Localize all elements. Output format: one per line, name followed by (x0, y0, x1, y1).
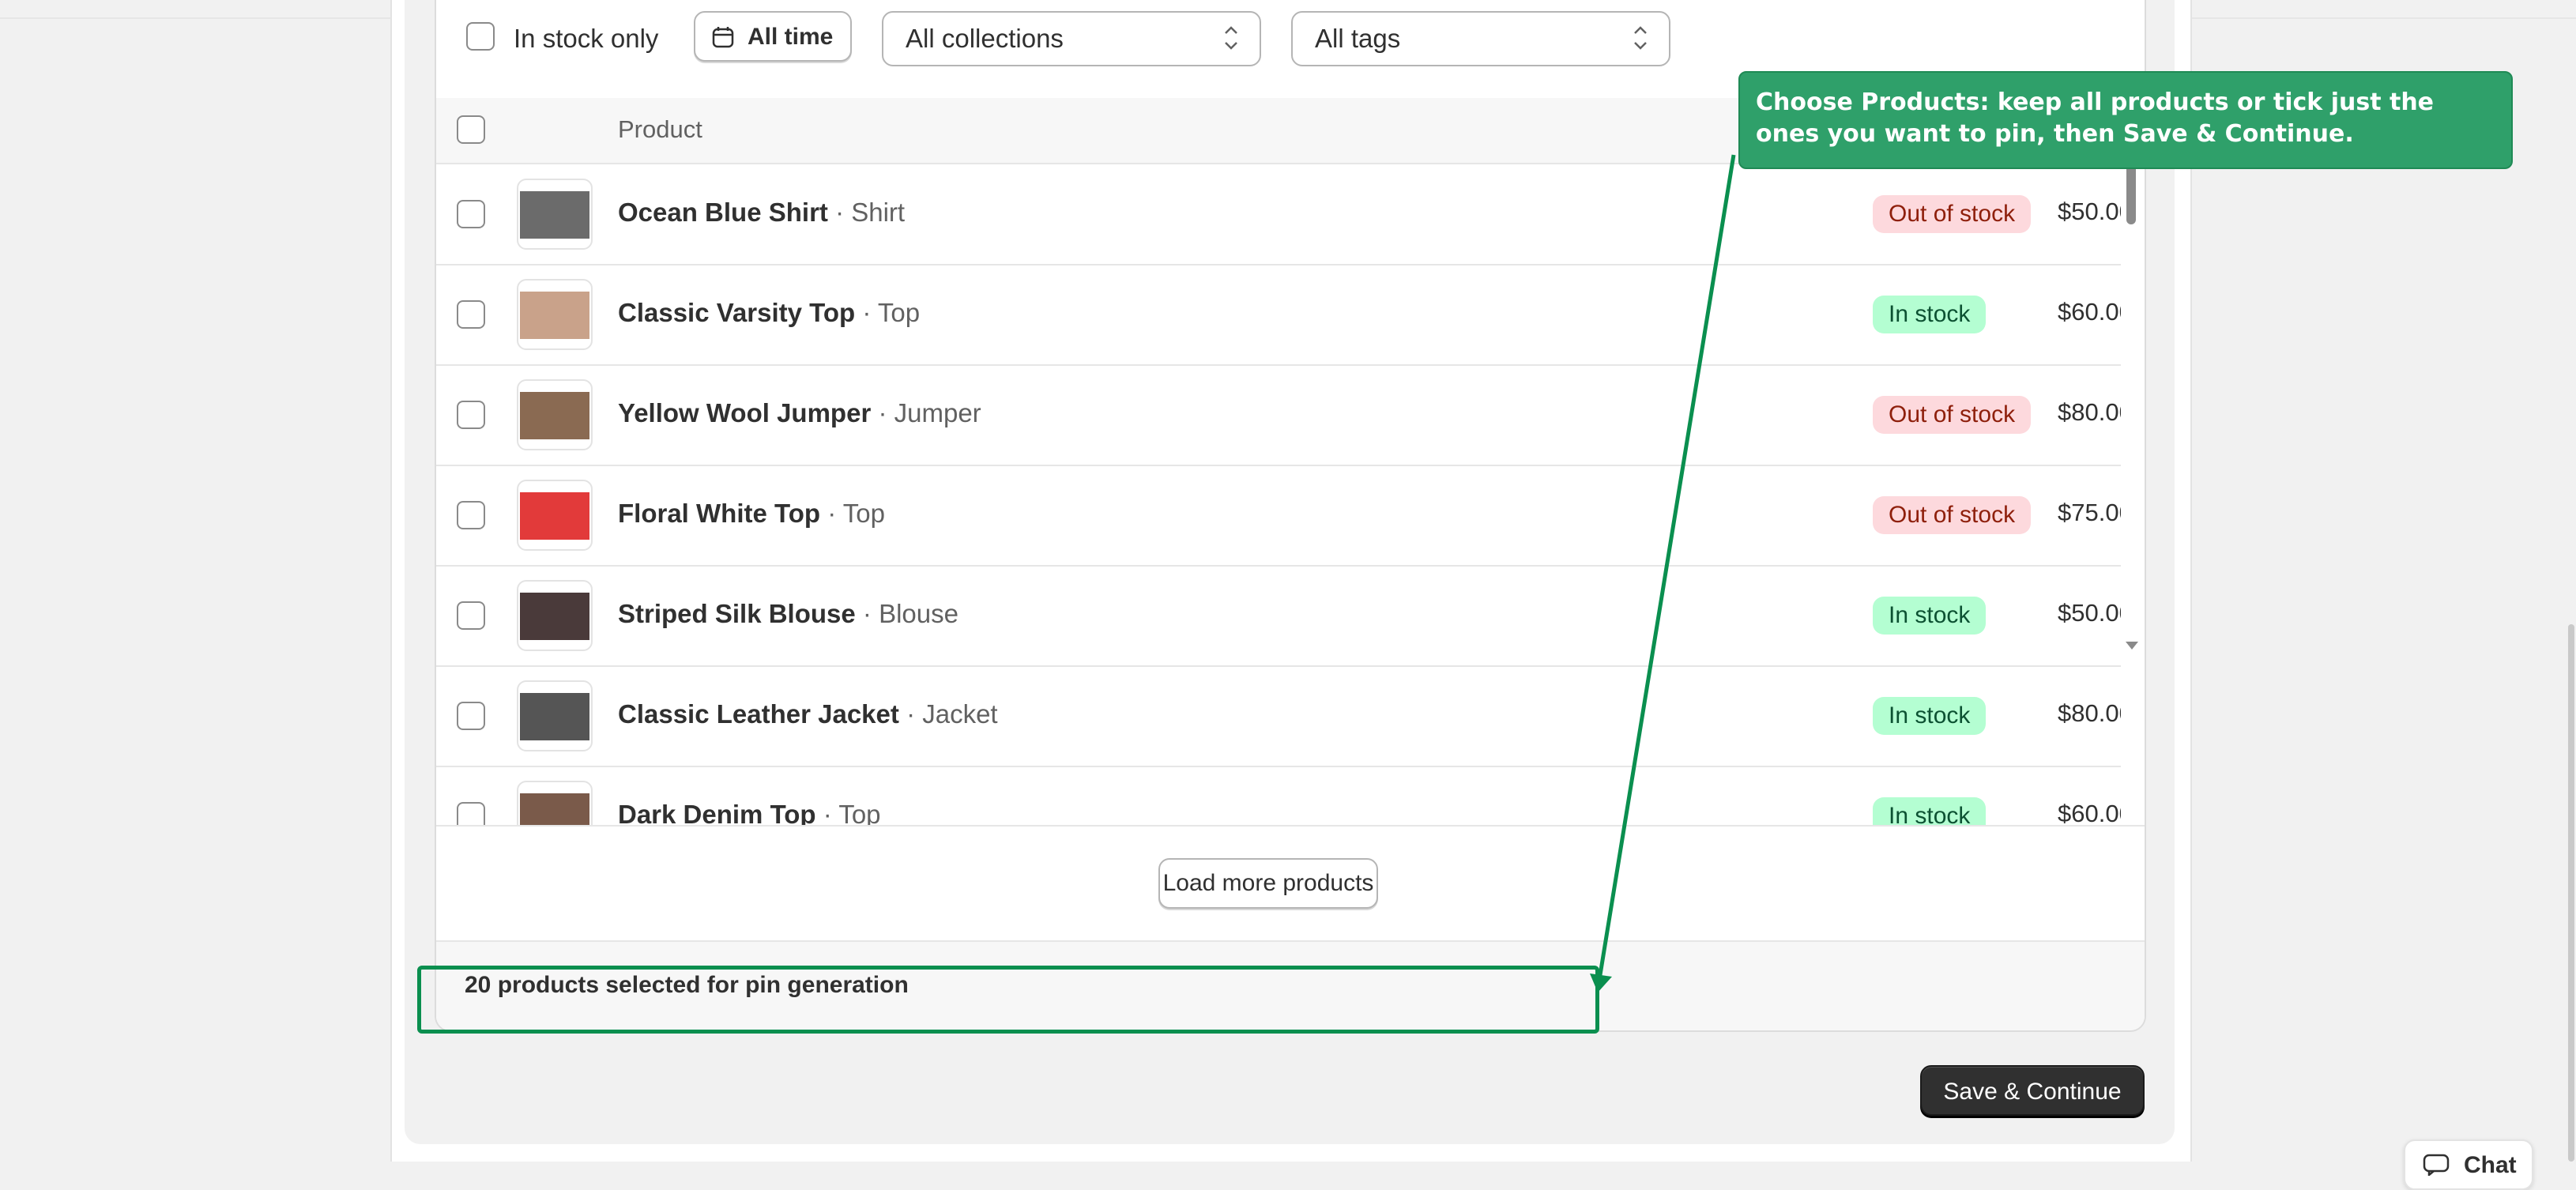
price-cell: $50.00 (2058, 164, 2121, 264)
product-thumbnail (517, 179, 593, 250)
product-image (520, 191, 589, 239)
product-type: · Jacket (906, 699, 998, 729)
row-checkbox[interactable] (457, 802, 485, 825)
tutorial-callout: Choose Products: keep all products or ti… (1738, 71, 2513, 169)
product-name: Floral White Top · Top (618, 499, 885, 529)
product-title: Classic Varsity Top (618, 298, 856, 327)
product-column-header: Product (618, 115, 702, 143)
load-more-button[interactable]: Load more products (1158, 858, 1378, 909)
product-title: Floral White Top (618, 499, 821, 528)
product-price: $60.00 (2058, 298, 2121, 326)
table-row[interactable]: Floral White Top · Top Out of stock $75.00 (436, 465, 2121, 567)
select-chevrons-icon (1225, 26, 1237, 50)
collections-select-value: All collections (906, 24, 1064, 53)
stock-status-badge: Out of stock (1873, 496, 2032, 534)
product-title: Ocean Blue Shirt (618, 198, 828, 227)
scroll-down-arrow-icon[interactable] (2126, 642, 2138, 650)
product-price: $80.00 (2058, 398, 2121, 426)
product-type: · Top (862, 298, 921, 327)
product-thumbnail (517, 379, 593, 450)
save-continue-button[interactable]: Save & Continue (1920, 1065, 2145, 1116)
row-checkbox[interactable] (457, 601, 485, 630)
product-thumbnail (517, 480, 593, 551)
table-row[interactable]: Striped Silk Blouse · Blouse In stock $50.… (436, 566, 2121, 667)
load-more-area: Load more products (436, 825, 2145, 942)
table-row[interactable]: Yellow Wool Jumper · Jumper Out of stock $… (436, 365, 2121, 466)
price-cell: $80.00 (2058, 666, 2121, 766)
price-cell: $75.00 (2058, 465, 2121, 565)
product-title: Striped Silk Blouse (618, 599, 856, 628)
tags-select-value: All tags (1315, 24, 1401, 53)
stock-status-badge: In stock (1873, 597, 1987, 635)
product-name: Striped Silk Blouse · Blouse (618, 599, 958, 629)
table-row[interactable]: Classic Leather Jacket · Jacket In stock $… (436, 666, 2121, 767)
product-title: Classic Leather Jacket (618, 699, 899, 729)
page-scrollbar[interactable] (2568, 624, 2574, 1162)
stock-status-badge: In stock (1873, 296, 1987, 333)
product-name: Classic Leather Jacket · Jacket (618, 699, 998, 729)
tags-select[interactable]: All tags (1291, 11, 1670, 66)
product-price: $80.00 (2058, 699, 2121, 727)
stock-status-badge: In stock (1873, 697, 1987, 735)
in-stock-only-checkbox[interactable] (466, 22, 495, 51)
in-stock-only-label: In stock only (514, 24, 659, 53)
product-price: $75.00 (2058, 499, 2121, 526)
product-name: Yellow Wool Jumper · Jumper (618, 398, 981, 428)
chat-button[interactable]: Chat (2404, 1139, 2533, 1190)
table-row[interactable]: Dark Denim Top · Top In stock $60.00 (436, 766, 2121, 825)
product-image (520, 693, 589, 740)
list-scrollbar[interactable] (2124, 164, 2138, 825)
product-thumbnail (517, 580, 593, 651)
product-type: · Jumper (878, 398, 981, 427)
product-price: $50.00 (2058, 599, 2121, 627)
product-name: Dark Denim Top · Top (618, 800, 881, 825)
chat-label: Chat (2464, 1152, 2517, 1178)
product-image (520, 292, 589, 339)
list-scrollbar-thumb[interactable] (2126, 164, 2136, 224)
select-all-checkbox[interactable] (457, 115, 485, 144)
product-type: · Shirt (835, 198, 906, 227)
price-cell: $80.00 (2058, 365, 2121, 465)
product-list: Ocean Blue Shirt · Shirt Out of stock $50.… (436, 164, 2121, 825)
select-chevrons-icon (1634, 26, 1647, 50)
product-type: · Top (823, 800, 881, 825)
product-image (520, 392, 589, 439)
product-image (520, 492, 589, 540)
chat-icon (2423, 1154, 2450, 1176)
product-image (520, 793, 589, 825)
stock-status-badge: Out of stock (1873, 195, 2032, 233)
product-image (520, 593, 589, 640)
time-filter-button[interactable]: All time (694, 11, 852, 62)
collections-select[interactable]: All collections (882, 11, 1261, 66)
price-cell: $60.00 (2058, 265, 2121, 364)
table-row[interactable]: Classic Varsity Top · Top In stock $60.00 (436, 265, 2121, 366)
row-checkbox[interactable] (457, 702, 485, 730)
product-thumbnail (517, 781, 593, 825)
product-type: · Top (827, 499, 885, 528)
product-name: Classic Varsity Top · Top (618, 298, 920, 328)
price-cell: $50.00 (2058, 566, 2121, 665)
product-type: · Blouse (862, 599, 958, 628)
product-name: Ocean Blue Shirt · Shirt (618, 198, 905, 228)
calendar-icon (712, 27, 734, 48)
product-price: $50.00 (2058, 198, 2121, 225)
product-thumbnail (517, 680, 593, 751)
price-cell: $60.00 (2058, 766, 2121, 825)
product-title: Yellow Wool Jumper (618, 398, 872, 427)
row-checkbox[interactable] (457, 401, 485, 429)
row-checkbox[interactable] (457, 200, 485, 228)
table-row[interactable]: Ocean Blue Shirt · Shirt Out of stock $50.… (436, 164, 2121, 265)
product-thumbnail (517, 279, 593, 350)
row-checkbox[interactable] (457, 300, 485, 329)
time-filter-label: All time (748, 24, 834, 50)
product-price: $60.00 (2058, 800, 2121, 825)
stock-status-badge: In stock (1873, 797, 1987, 825)
tutorial-highlight-box (417, 966, 1599, 1034)
row-checkbox[interactable] (457, 501, 485, 529)
product-title: Dark Denim Top (618, 800, 816, 825)
stock-status-badge: Out of stock (1873, 396, 2032, 434)
